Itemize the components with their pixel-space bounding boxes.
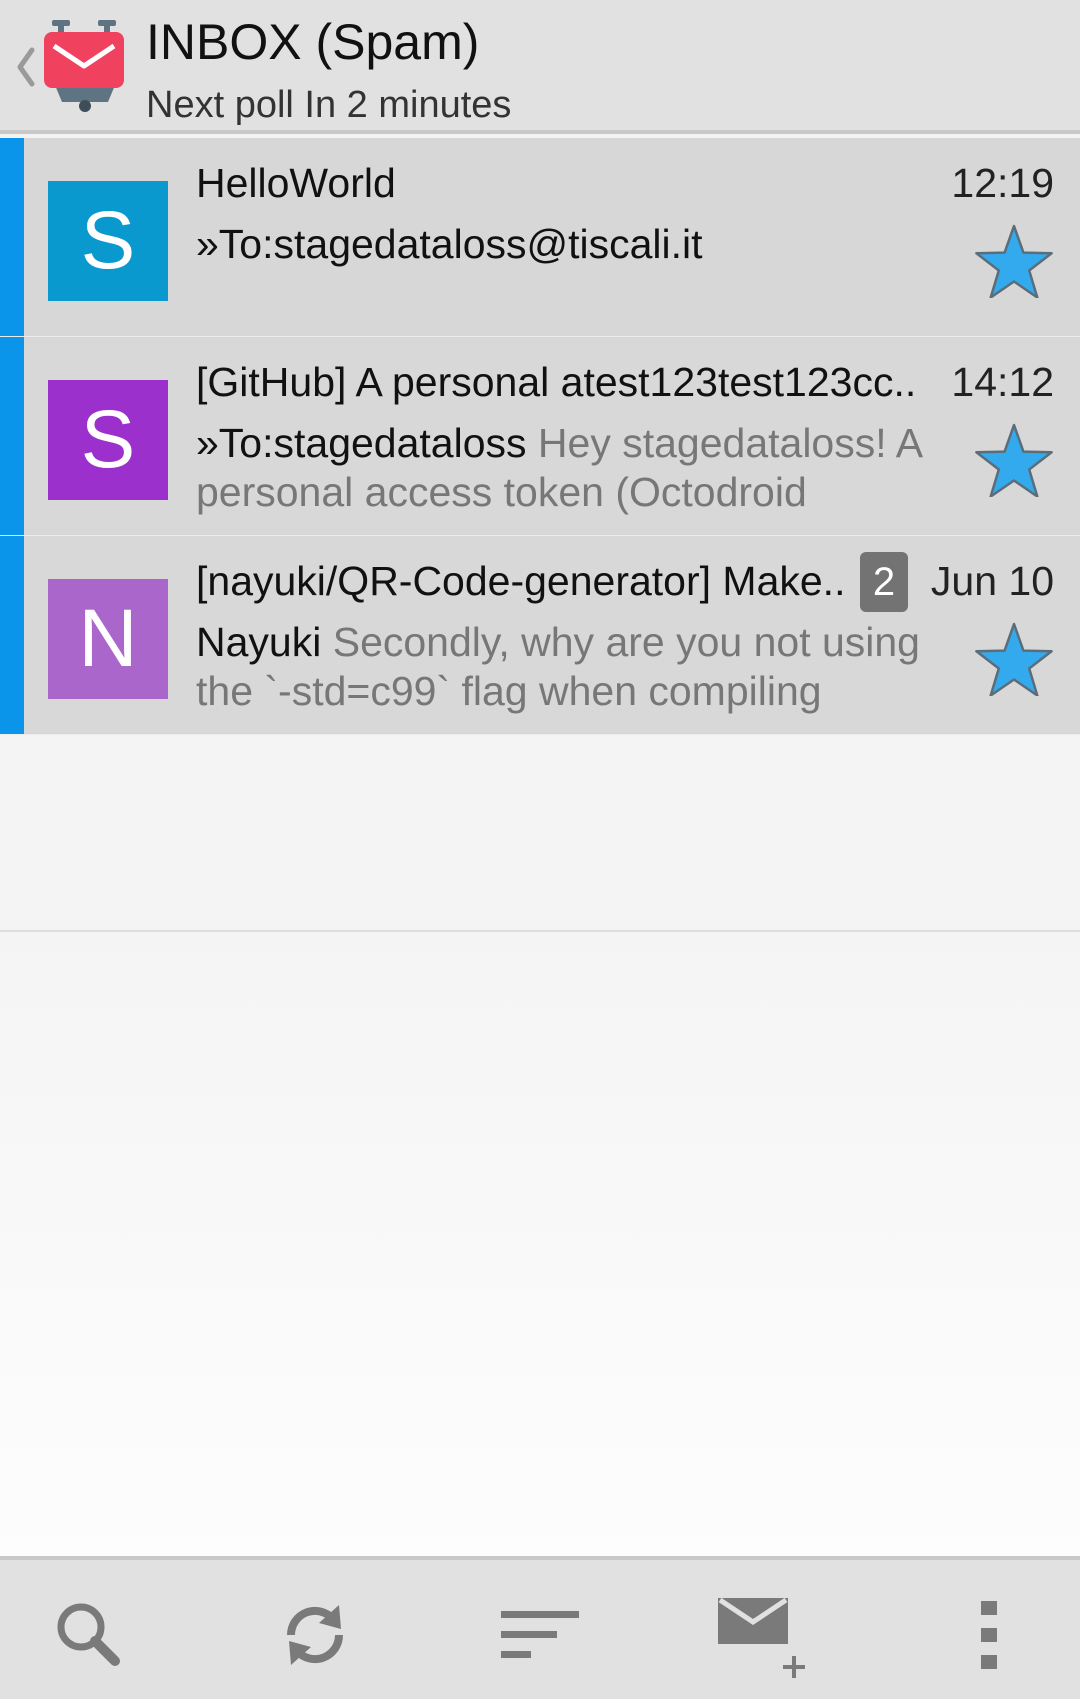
chevron-left-icon[interactable] (10, 40, 40, 94)
message-sender-line: »To:stagedataloss Hey stagedataloss! A p… (196, 419, 936, 517)
star-icon[interactable] (974, 222, 1054, 299)
star-icon[interactable] (974, 421, 1054, 498)
message-sender-line: »To:stagedataloss@tiscali.it (196, 220, 936, 269)
message-subject: [nayuki/QR-Code-generator] Make.. (196, 558, 846, 604)
message-sender-line: Nayuki Secondly, why are you not using t… (196, 618, 936, 716)
message-date: 14:12 (951, 359, 1054, 405)
unread-indicator (0, 536, 24, 734)
message-date: Jun 10 (930, 558, 1054, 604)
k9-mail-robot-icon[interactable] (44, 20, 126, 114)
message-list: S HelloWorld 12:19 »To:stagedataloss@tis… (0, 138, 1080, 735)
message-subject: HelloWorld (196, 160, 396, 206)
page-title: INBOX (Spam) (146, 14, 480, 70)
sort-icon[interactable] (496, 1590, 586, 1680)
avatar[interactable]: S (48, 181, 168, 301)
message-row[interactable]: N [nayuki/QR-Code-generator] Make.. 2 Ju… (0, 536, 1080, 735)
poll-status: Next poll In 2 minutes (146, 84, 512, 126)
search-icon[interactable] (44, 1590, 134, 1680)
list-divider (0, 930, 1080, 932)
message-sender: »To:stagedataloss (196, 420, 527, 466)
star-icon[interactable] (974, 620, 1054, 697)
unread-indicator (0, 337, 24, 535)
compose-icon[interactable] (716, 1590, 816, 1680)
message-sender: Nayuki (196, 619, 322, 665)
avatar[interactable]: N (48, 579, 168, 699)
message-sender: »To:stagedataloss@tiscali.it (196, 221, 703, 267)
thread-count-badge: 2 (860, 552, 908, 612)
avatar[interactable]: S (48, 380, 168, 500)
unread-indicator (0, 138, 24, 336)
bottom-bar (0, 1556, 1080, 1699)
action-bar: INBOX (Spam) Next poll In 2 minutes (0, 0, 1080, 134)
message-date: 12:19 (951, 160, 1054, 206)
message-subject: [GitHub] A personal atest123test123cc.. (196, 359, 917, 405)
message-row[interactable]: S [GitHub] A personal atest123test123cc.… (0, 337, 1080, 536)
refresh-icon[interactable] (270, 1590, 360, 1680)
message-row[interactable]: S HelloWorld 12:19 »To:stagedataloss@tis… (0, 138, 1080, 337)
overflow-menu-icon[interactable] (944, 1590, 1034, 1680)
